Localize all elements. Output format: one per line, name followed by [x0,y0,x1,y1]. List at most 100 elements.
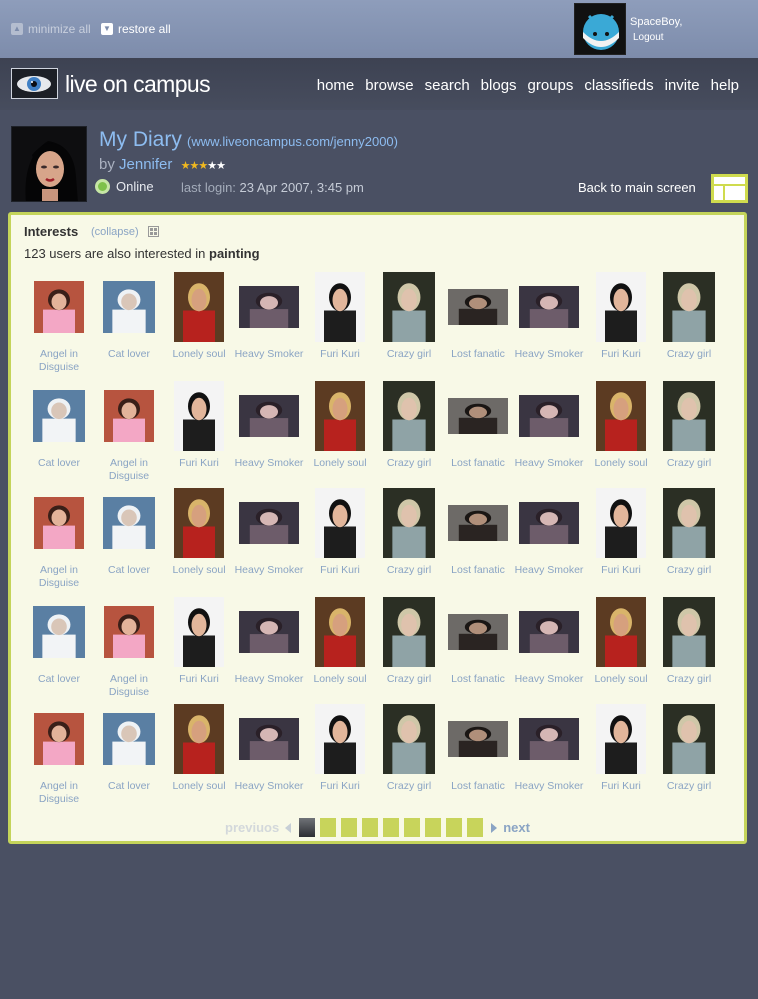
page-button[interactable] [383,818,400,837]
user-thumbnail[interactable] [514,273,584,345]
user-tile[interactable]: Crazy girl [371,380,447,487]
user-caption[interactable]: Furi Kuri [302,348,378,361]
user-caption[interactable]: Crazy girl [371,780,447,793]
user-thumbnail[interactable] [24,705,94,777]
user-thumbnail[interactable] [514,598,584,670]
nav-home[interactable]: home [317,77,355,94]
user-thumbnail[interactable] [374,596,444,670]
user-tile[interactable]: Angel in Disguise [24,489,94,594]
user-thumbnail[interactable] [234,382,304,454]
layout-grid-icon[interactable] [711,174,748,203]
user-caption[interactable]: Crazy girl [651,780,727,793]
user-thumbnail[interactable] [305,271,375,345]
restore-all-button[interactable]: ▼ restore all [101,22,171,36]
user-caption[interactable]: Lonely soul [161,564,237,577]
user-caption[interactable]: Angel in Disguise [91,457,167,483]
user-caption[interactable]: Cat lover [91,564,167,577]
user-thumbnail[interactable] [24,382,94,454]
user-tile[interactable]: Furi Kuri [305,703,375,810]
user-thumbnail[interactable] [164,487,234,561]
user-tile[interactable]: Cat lover [94,705,164,810]
user-tile[interactable]: Crazy girl [654,380,724,487]
user-tile[interactable]: Cat lover [94,489,164,594]
user-caption[interactable]: Lonely soul [302,673,378,686]
user-thumbnail[interactable] [374,271,444,345]
user-tile[interactable]: Crazy girl [654,271,724,378]
user-thumbnail[interactable] [443,273,513,345]
user-caption[interactable]: Heavy Smoker [511,673,587,686]
user-thumbnail[interactable] [94,382,164,454]
user-thumbnail[interactable] [586,380,656,454]
user-tile[interactable]: Lost fanatic [443,489,513,594]
user-tile[interactable]: Heavy Smoker [514,489,584,594]
user-thumbnail[interactable] [443,705,513,777]
user-caption[interactable]: Furi Kuri [583,780,659,793]
user-thumbnail[interactable] [374,703,444,777]
nav-browse[interactable]: browse [365,77,413,94]
logout-link[interactable]: Logout [633,32,664,43]
collapse-icon[interactable] [148,226,159,237]
back-to-main-link[interactable]: Back to main screen [578,180,696,195]
user-thumbnail[interactable] [234,705,304,777]
user-caption[interactable]: Heavy Smoker [231,348,307,361]
user-tile[interactable]: Heavy Smoker [514,273,584,378]
user-tile[interactable]: Crazy girl [374,487,444,594]
user-thumbnail[interactable] [374,487,444,561]
page-button[interactable] [404,818,421,837]
user-caption[interactable]: Angel in Disguise [91,673,167,699]
user-caption[interactable]: Heavy Smoker [231,780,307,793]
user-tile[interactable]: Heavy Smoker [234,705,304,810]
user-caption[interactable]: Crazy girl [651,564,727,577]
user-tile[interactable]: Crazy girl [371,596,447,703]
user-tile[interactable]: Furi Kuri [302,271,378,378]
minimize-all-button[interactable]: ▲ minimize all [11,22,91,36]
user-thumbnail[interactable] [374,380,444,454]
user-caption[interactable]: Angel in Disguise [21,348,97,374]
user-thumbnail[interactable] [24,273,94,345]
user-thumbnail[interactable] [24,598,94,670]
user-caption[interactable]: Furi Kuri [583,564,659,577]
user-thumbnail[interactable] [654,487,724,561]
user-tile[interactable]: Crazy girl [651,703,727,810]
page-button[interactable] [446,818,463,837]
user-tile[interactable]: Angel in Disguise [24,273,94,378]
user-tile[interactable]: Furi Kuri [583,487,659,594]
user-thumbnail[interactable] [94,273,164,345]
nav-groups[interactable]: groups [528,77,574,94]
user-thumbnail[interactable] [94,598,164,670]
user-tile[interactable]: Lonely soul [583,380,659,487]
user-thumbnail[interactable] [164,271,234,345]
user-thumbnail[interactable] [654,271,724,345]
user-caption[interactable]: Cat lover [91,780,167,793]
user-caption[interactable]: Heavy Smoker [231,457,307,470]
user-caption[interactable]: Crazy girl [371,348,447,361]
user-thumbnail[interactable] [305,596,375,670]
user-caption[interactable]: Heavy Smoker [511,564,587,577]
user-tile[interactable]: Cat lover [24,598,94,703]
user-tile[interactable]: Heavy Smoker [234,489,304,594]
user-caption[interactable]: Crazy girl [371,457,447,470]
user-tile[interactable]: Lonely soul [586,596,656,703]
user-caption[interactable]: Crazy girl [371,673,447,686]
user-thumbnail[interactable] [305,703,375,777]
user-caption[interactable]: Cat lover [21,457,97,470]
user-caption[interactable]: Cat lover [91,348,167,361]
user-tile[interactable]: Furi Kuri [161,596,237,703]
user-tile[interactable]: Crazy girl [654,596,724,703]
user-caption[interactable]: Cat lover [21,673,97,686]
user-tile[interactable]: Lonely soul [302,596,378,703]
user-tile[interactable]: Furi Kuri [586,271,656,378]
user-tile[interactable]: Lonely soul [164,271,234,378]
user-tile[interactable]: Crazy girl [371,703,447,810]
user-tile[interactable]: Heavy Smoker [234,273,304,378]
user-thumbnail[interactable] [24,489,94,561]
user-tile[interactable]: Lost fanatic [443,382,513,487]
user-thumbnail[interactable] [586,271,656,345]
user-caption[interactable]: Heavy Smoker [511,348,587,361]
user-caption[interactable]: Lonely soul [583,457,659,470]
user-caption[interactable]: Furi Kuri [161,673,237,686]
user-thumbnail[interactable] [164,596,234,670]
page-button[interactable] [362,818,379,837]
profile-avatar[interactable] [11,126,87,202]
collapse-link[interactable]: (collapse) [91,226,139,238]
